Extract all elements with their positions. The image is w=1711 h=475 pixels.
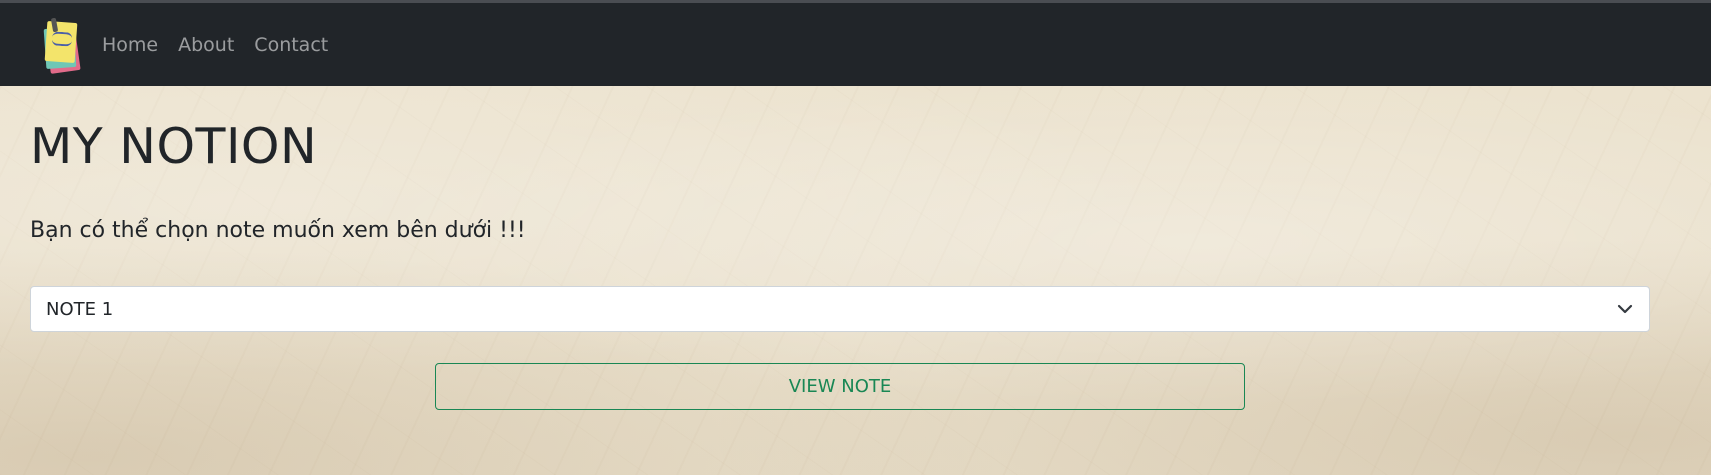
page-title: MY NOTION: [30, 118, 318, 175]
nav-link-about[interactable]: About: [178, 34, 234, 56]
note-select[interactable]: NOTE 1: [30, 286, 1650, 332]
page-subtitle: Bạn có thể chọn note muốn xem bên dưới !…: [30, 218, 526, 243]
note-select-value: NOTE 1: [46, 298, 114, 320]
nav-link-home[interactable]: Home: [102, 34, 158, 56]
nav-link-contact[interactable]: Contact: [254, 34, 328, 56]
chevron-down-icon: [1617, 304, 1633, 314]
sticky-notes-logo-icon[interactable]: [42, 16, 81, 74]
navbar: Home About Contact: [0, 3, 1711, 86]
view-note-button[interactable]: VIEW NOTE: [435, 363, 1245, 410]
